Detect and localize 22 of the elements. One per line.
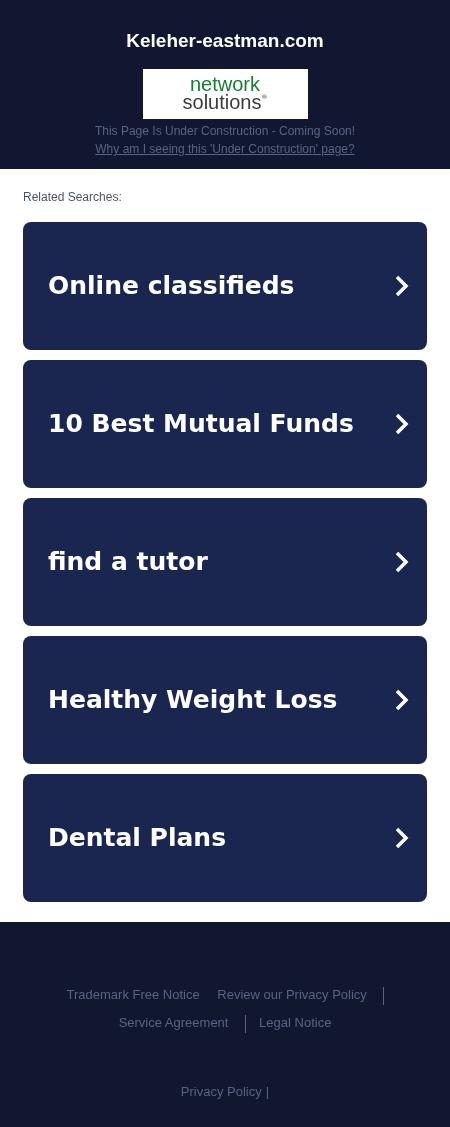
chevron-right-icon — [395, 689, 409, 711]
chevron-right-icon — [395, 413, 409, 435]
logo-text: network — [190, 76, 260, 93]
search-link[interactable]: Online classifieds — [23, 222, 427, 350]
logo-text: solutions — [182, 93, 262, 112]
chevron-right-icon — [395, 275, 409, 297]
chevron-right-icon — [395, 827, 409, 849]
footer-link[interactable]: Review our Privacy Policy — [210, 987, 374, 1002]
search-link[interactable]: 10 Best Mutual Funds — [23, 360, 427, 488]
footer-link[interactable]: Privacy Policy — [180, 1083, 262, 1101]
notice-text: This Page Is Under Construction - Coming Soon! — [94, 123, 356, 140]
search-link[interactable]: find a tutor — [23, 498, 427, 626]
footer-link[interactable]: Legal Notice — [252, 1015, 339, 1030]
separator-text: | — [265, 1083, 270, 1101]
search-link[interactable]: Healthy Weight Loss — [23, 636, 427, 764]
section-heading: Related Searches: — [23, 189, 123, 205]
info-link[interactable]: Why am I seeing this 'Under Construction' page? — [95, 140, 355, 158]
search-link[interactable]: Dental Plans — [23, 774, 427, 902]
chevron-right-icon — [395, 551, 409, 573]
footer-link[interactable]: Service Agreement — [111, 1015, 236, 1030]
footer-link[interactable]: Trademark Free Notice — [59, 987, 207, 1002]
site-title: Keleher-eastman.com — [126, 29, 324, 53]
